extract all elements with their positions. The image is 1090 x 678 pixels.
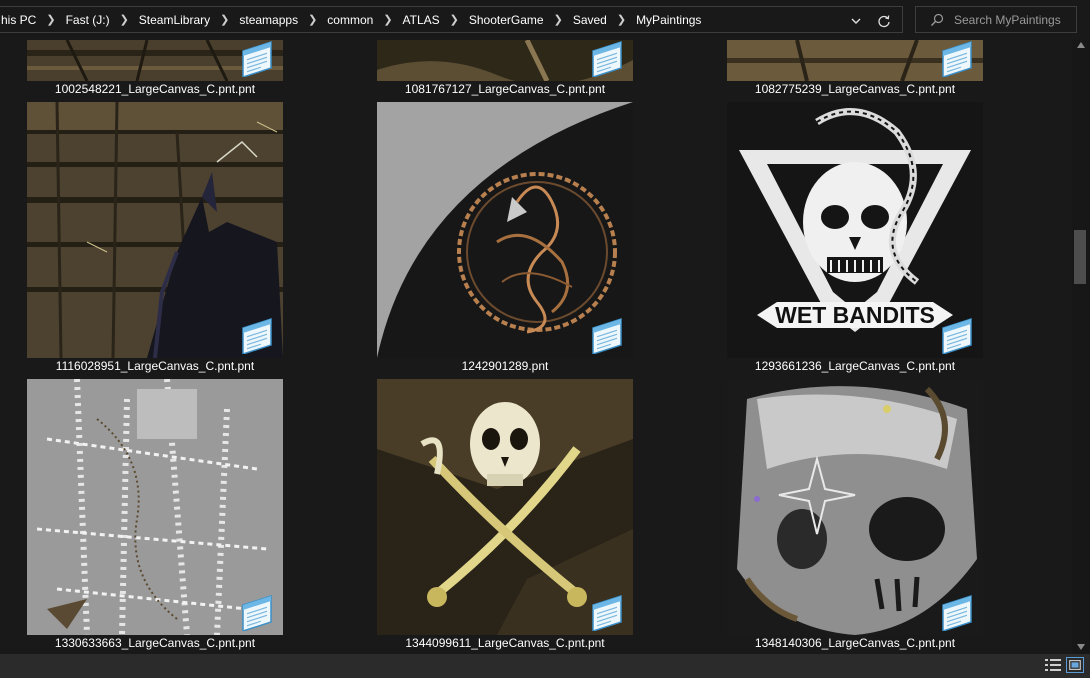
file-view: 1002548221_LargeCanvas_C.pnt.pnt 1081767	[0, 40, 1072, 654]
breadcrumb-mypaintings[interactable]: MyPaintings	[632, 13, 705, 27]
file-name: 1002548221_LargeCanvas_C.pnt.pnt	[54, 82, 256, 96]
painting-thumbnail	[27, 102, 283, 358]
painting-thumbnail	[27, 379, 283, 635]
notepad-file-icon	[942, 594, 972, 631]
painting-thumbnail	[377, 379, 633, 635]
painting-thumbnail	[727, 379, 983, 635]
breadcrumb-separator-icon[interactable]: ❯	[548, 13, 569, 26]
search-icon	[931, 13, 944, 26]
chevron-down-icon[interactable]	[849, 14, 863, 28]
file-tile[interactable]: WET BANDITS 1293661236_LargeCanvas_C.pnt…	[727, 102, 983, 377]
scroll-up-arrow-icon[interactable]	[1077, 42, 1085, 48]
file-name: 1293661236_LargeCanvas_C.pnt.pnt	[754, 359, 956, 373]
file-name: 1116028951_LargeCanvas_C.pnt.pnt	[55, 359, 255, 373]
notepad-file-icon	[242, 40, 272, 77]
file-name: 1242901289.pnt	[461, 359, 549, 373]
file-tile[interactable]: 1116028951_LargeCanvas_C.pnt.pnt	[27, 102, 283, 377]
file-name: 1348140306_LargeCanvas_C.pnt.pnt	[754, 636, 956, 650]
status-bar	[0, 654, 1090, 678]
notepad-file-icon	[242, 594, 272, 631]
notepad-file-icon	[592, 40, 622, 77]
breadcrumb-this-pc[interactable]: his PC	[0, 13, 40, 27]
file-tile[interactable]: 1081767127_LargeCanvas_C.pnt.pnt	[377, 40, 633, 98]
file-name: 1330633663_LargeCanvas_C.pnt.pnt	[54, 636, 256, 650]
large-icons-view-icon[interactable]	[1066, 657, 1084, 673]
painting-thumbnail	[377, 102, 633, 358]
search-input[interactable]	[954, 11, 1072, 28]
breadcrumb-drive[interactable]: Fast (J:)	[62, 13, 114, 27]
notepad-file-icon	[242, 317, 272, 354]
file-tile[interactable]: 1242901289.pnt	[377, 102, 633, 377]
breadcrumb-separator-icon[interactable]: ❯	[40, 13, 61, 26]
refresh-icon[interactable]	[876, 13, 892, 29]
painting-thumbnail	[27, 40, 283, 81]
breadcrumb-saved[interactable]: Saved	[569, 13, 611, 27]
file-tile[interactable]: 1082775239_LargeCanvas_C.pnt.pnt	[727, 40, 983, 98]
painting-thumbnail	[727, 40, 983, 81]
painting-thumbnail: WET BANDITS	[727, 102, 983, 358]
address-bar[interactable]: his PC ❯ Fast (J:) ❯ SteamLibrary ❯ stea…	[0, 6, 903, 33]
breadcrumb-separator-icon[interactable]: ❯	[214, 13, 235, 26]
breadcrumb-separator-icon[interactable]: ❯	[302, 13, 323, 26]
file-tile[interactable]: 1002548221_LargeCanvas_C.pnt.pnt	[27, 40, 283, 98]
scrollbar-thumb[interactable]	[1074, 230, 1086, 284]
file-name: 1344099611_LargeCanvas_C.pnt.pnt	[405, 636, 605, 650]
vertical-scrollbar[interactable]	[1072, 40, 1090, 654]
search-box[interactable]	[915, 6, 1077, 33]
file-tile[interactable]: 1348140306_LargeCanvas_C.pnt.pnt	[727, 379, 983, 654]
notepad-file-icon	[942, 40, 972, 77]
notepad-file-icon	[592, 594, 622, 631]
file-tile[interactable]: 1344099611_LargeCanvas_C.pnt.pnt	[377, 379, 633, 654]
file-name: 1082775239_LargeCanvas_C.pnt.pnt	[754, 82, 956, 96]
file-tile[interactable]: 1330633663_LargeCanvas_C.pnt.pnt	[27, 379, 283, 654]
scroll-down-arrow-icon[interactable]	[1077, 644, 1085, 650]
breadcrumb-separator-icon[interactable]: ❯	[611, 13, 632, 26]
explorer-top-bar: his PC ❯ Fast (J:) ❯ SteamLibrary ❯ stea…	[0, 0, 1090, 40]
notepad-file-icon	[942, 317, 972, 354]
breadcrumb-steamapps[interactable]: steamapps	[235, 13, 302, 27]
details-view-icon[interactable]	[1044, 658, 1062, 672]
notepad-file-icon	[592, 317, 622, 354]
breadcrumb-separator-icon[interactable]: ❯	[377, 13, 398, 26]
painting-banner-text: WET BANDITS	[775, 302, 935, 328]
breadcrumb-atlas[interactable]: ATLAS	[399, 13, 444, 27]
breadcrumb-steamlibrary[interactable]: SteamLibrary	[135, 13, 214, 27]
breadcrumb-common[interactable]: common	[323, 13, 377, 27]
file-name: 1081767127_LargeCanvas_C.pnt.pnt	[404, 82, 606, 96]
breadcrumb-separator-icon[interactable]: ❯	[444, 13, 465, 26]
painting-thumbnail	[377, 40, 633, 81]
breadcrumb-separator-icon[interactable]: ❯	[114, 13, 135, 26]
breadcrumb-shootergame[interactable]: ShooterGame	[465, 13, 548, 27]
